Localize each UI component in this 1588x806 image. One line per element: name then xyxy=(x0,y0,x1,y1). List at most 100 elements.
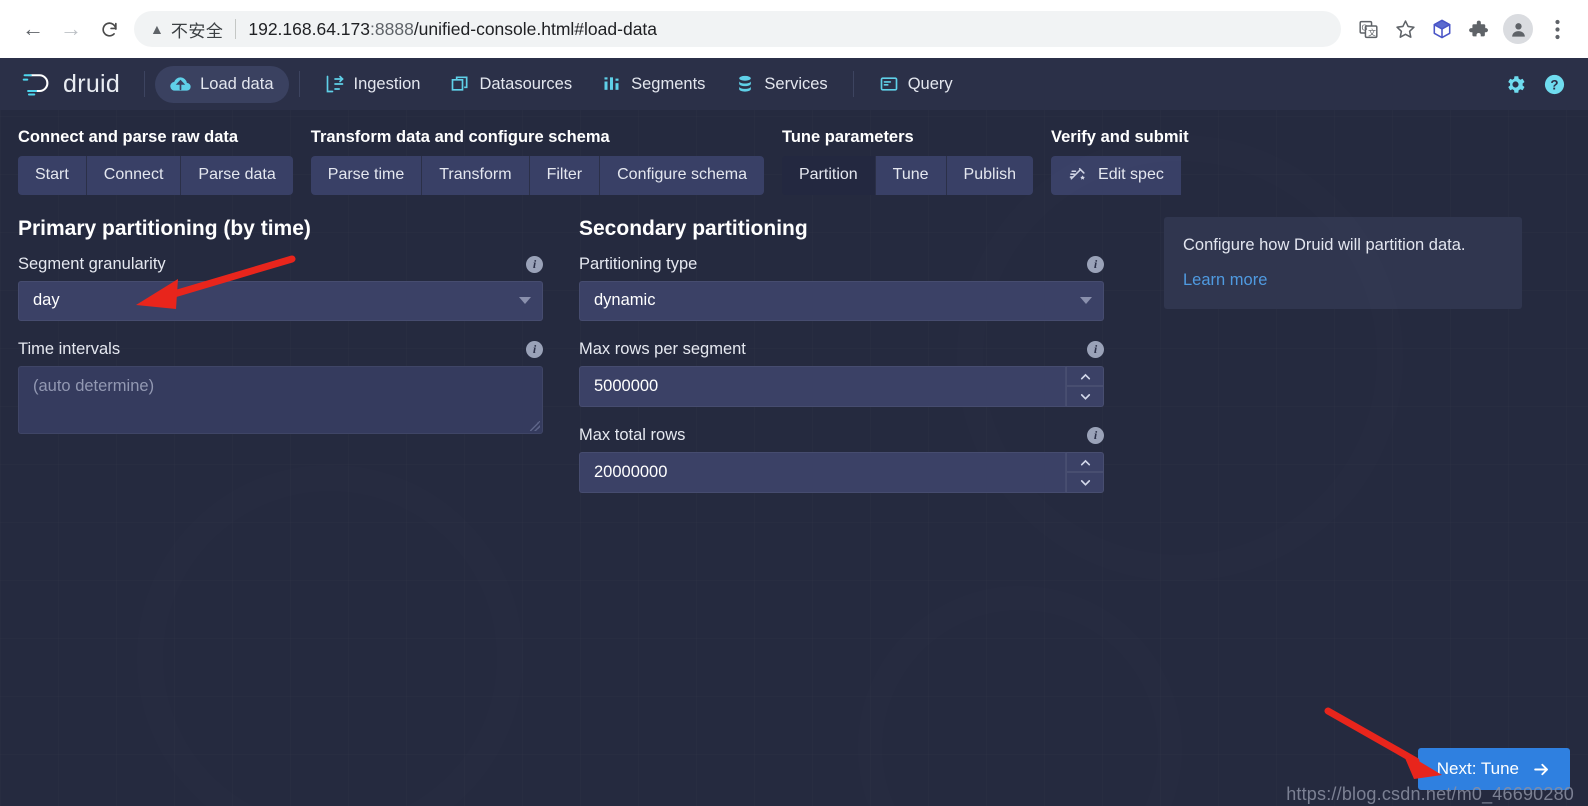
time-intervals-textarea[interactable]: (auto determine) xyxy=(18,365,543,434)
step-buttons-transform: Parse time Transform Filter Configure sc… xyxy=(310,156,764,195)
back-button[interactable]: ← xyxy=(14,10,52,48)
gear-icon[interactable] xyxy=(1504,73,1527,96)
arrow-right-icon xyxy=(1534,763,1548,775)
help-circle-icon[interactable]: ? xyxy=(1543,73,1566,96)
puzzle-extension-icon[interactable] xyxy=(1462,12,1496,46)
time-intervals-label-row: Time intervals i xyxy=(18,340,543,359)
partitioning-type-value: dynamic xyxy=(594,291,656,310)
ingestion-chart-icon xyxy=(325,74,345,94)
bookmark-star-icon[interactable] xyxy=(1388,12,1422,46)
step-group-verify: Verify and submit Edit spec xyxy=(1051,128,1189,195)
max-rows-per-segment-stepper: 5000000 xyxy=(579,365,1104,407)
svg-text:文: 文 xyxy=(1368,27,1376,37)
nav-item-services[interactable]: Services xyxy=(720,66,842,102)
max-total-rows-stepper: 20000000 xyxy=(579,451,1104,493)
url-text: 192.168.64.173:8888/unified-console.html… xyxy=(248,19,657,40)
druid-navbar: druid Load data Ingestion Datasources Se… xyxy=(0,58,1588,110)
security-label: 不安全 xyxy=(170,21,224,41)
step-buttons-connect: Start Connect Parse data xyxy=(18,156,293,195)
decrement-button[interactable] xyxy=(1066,472,1104,493)
step-button-transform[interactable]: Transform xyxy=(422,156,530,195)
nav-item-query[interactable]: Query xyxy=(864,66,968,102)
info-panel-text: Configure how Druid will partition data. xyxy=(1183,235,1466,254)
info-panel: Configure how Druid will partition data.… xyxy=(1164,216,1522,309)
segment-granularity-label: Segment granularity xyxy=(18,254,166,273)
field-max-rows-per-segment: Max rows per segment i 5000000 xyxy=(579,340,1104,407)
step-group-title-tune: Tune parameters xyxy=(781,128,914,146)
step-group-title-verify: Verify and submit xyxy=(1051,128,1189,146)
navbar-right-actions: ? xyxy=(1504,73,1572,96)
step-group-tune: Tune parameters Partition Tune Publish xyxy=(781,128,1034,195)
watermark-url: https://blog.csdn.net/m0_46690280 xyxy=(1286,784,1574,804)
nav-item-ingestion[interactable]: Ingestion xyxy=(310,66,436,102)
translate-icon[interactable]: G 文 xyxy=(1351,12,1385,46)
max-total-rows-input[interactable]: 20000000 xyxy=(579,451,1066,493)
info-icon[interactable]: i xyxy=(1087,340,1104,358)
cube-extension-icon[interactable] xyxy=(1425,12,1459,46)
browser-toolbar: ← → ▲ 不安全 192.168.64.173:8888/unified-co… xyxy=(0,0,1588,58)
field-partitioning-type: Partitioning type i dynamic xyxy=(579,255,1104,321)
step-buttons-tune: Partition Tune Publish xyxy=(781,156,1034,195)
segment-granularity-select[interactable]: day xyxy=(18,280,543,321)
resize-handle-icon[interactable] xyxy=(530,420,540,431)
magic-wand-icon xyxy=(1068,165,1088,185)
step-button-parse-data[interactable]: Parse data xyxy=(181,156,293,195)
step-button-partition[interactable]: Partition xyxy=(781,156,876,195)
max-total-rows-value: 20000000 xyxy=(594,462,668,481)
partitioning-type-label: Partitioning type xyxy=(579,254,698,273)
partitioning-type-select[interactable]: dynamic xyxy=(579,280,1104,321)
druid-logo[interactable]: druid xyxy=(18,70,134,99)
step-button-edit-spec[interactable]: Edit spec xyxy=(1051,156,1181,195)
partitioning-type-label-row: Partitioning type i xyxy=(579,255,1104,274)
nav-label-ingestion: Ingestion xyxy=(353,74,421,93)
nav-item-segments[interactable]: Segments xyxy=(587,66,720,102)
omnibox-divider xyxy=(235,19,237,39)
info-icon[interactable]: i xyxy=(526,340,543,358)
step-group-title-transform: Transform data and configure schema xyxy=(310,128,610,146)
svg-text:?: ? xyxy=(1550,77,1558,92)
step-button-tune[interactable]: Tune xyxy=(875,156,947,195)
forward-button[interactable]: → xyxy=(52,10,90,48)
field-segment-granularity: Segment granularity i day xyxy=(18,255,543,321)
step-button-publish[interactable]: Publish xyxy=(946,156,1034,195)
chevron-up-icon xyxy=(1080,459,1090,466)
field-max-total-rows: Max total rows i 20000000 xyxy=(579,426,1104,493)
profile-avatar-icon[interactable] xyxy=(1503,14,1533,44)
decrement-button[interactable] xyxy=(1066,386,1104,407)
three-dot-menu-icon[interactable] xyxy=(1540,12,1574,46)
url-path: /unified-console.html#load-data xyxy=(413,18,658,39)
browser-action-icons: G 文 xyxy=(1351,12,1574,46)
secondary-partitioning-title: Secondary partitioning xyxy=(579,216,808,240)
wizard-steps: Connect and parse raw data Start Connect… xyxy=(0,110,1588,195)
step-button-start[interactable]: Start xyxy=(18,156,87,195)
navbar-divider xyxy=(144,71,146,97)
address-bar[interactable]: ▲ 不安全 192.168.64.173:8888/unified-consol… xyxy=(134,11,1341,47)
navbar-divider-3 xyxy=(852,71,854,97)
step-button-configure-schema[interactable]: Configure schema xyxy=(600,156,764,195)
max-rows-per-segment-label: Max rows per segment xyxy=(579,339,746,358)
step-button-connect[interactable]: Connect xyxy=(86,156,182,195)
info-icon[interactable]: i xyxy=(526,255,543,273)
info-icon[interactable]: i xyxy=(1087,255,1104,273)
max-total-rows-label-row: Max total rows i xyxy=(579,426,1104,445)
url-port: :8888 xyxy=(370,18,414,39)
max-rows-per-segment-input[interactable]: 5000000 xyxy=(579,365,1066,407)
max-total-rows-label: Max total rows xyxy=(579,425,686,444)
secondary-partitioning-column: Secondary partitioning Partitioning type… xyxy=(579,217,1104,512)
druid-logo-text: druid xyxy=(63,69,121,98)
info-icon[interactable]: i xyxy=(1087,426,1104,444)
step-group-connect: Connect and parse raw data Start Connect… xyxy=(18,128,293,195)
chevron-up-icon xyxy=(1080,373,1090,380)
nav-item-load-data[interactable]: Load data xyxy=(155,65,289,103)
max-rows-per-segment-label-row: Max rows per segment i xyxy=(579,340,1104,359)
reload-button[interactable] xyxy=(90,10,128,48)
bar-chart-icon xyxy=(602,74,622,94)
nav-item-datasources[interactable]: Datasources xyxy=(435,66,587,102)
learn-more-link[interactable]: Learn more xyxy=(1183,271,1267,290)
step-button-parse-time[interactable]: Parse time xyxy=(310,156,423,195)
step-button-filter[interactable]: Filter xyxy=(529,156,601,195)
chevron-down-icon xyxy=(519,297,531,305)
step-button-edit-spec-label: Edit spec xyxy=(1098,166,1164,183)
increment-button[interactable] xyxy=(1066,451,1104,473)
increment-button[interactable] xyxy=(1066,365,1104,387)
